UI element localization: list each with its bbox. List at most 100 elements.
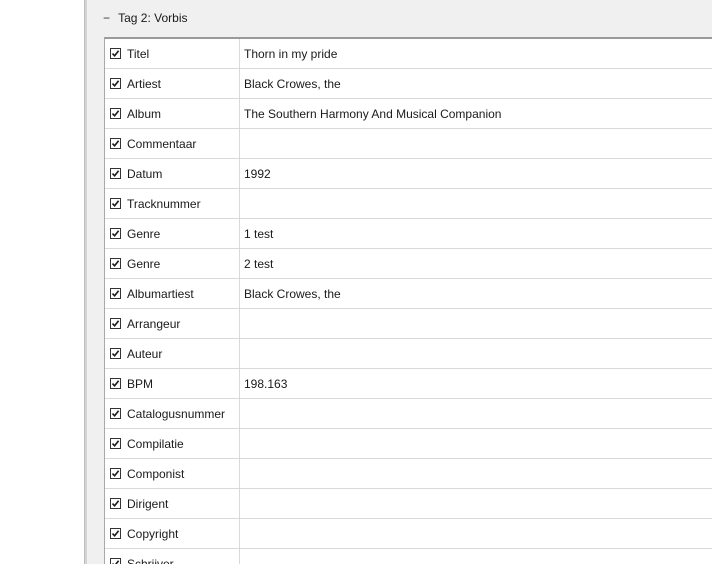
field-value[interactable]: 198.163 [244,369,287,398]
checkmark-icon [111,200,120,208]
field-name-cell: BPM [105,369,240,398]
field-name-cell: Artiest [105,69,240,98]
field-value[interactable]: Black Crowes, the [244,279,341,308]
checkmark-icon [111,50,120,58]
checkmark-icon [111,350,120,358]
field-checkbox[interactable] [110,558,121,564]
field-value[interactable]: Black Crowes, the [244,69,341,98]
checkmark-icon [111,530,120,538]
field-label: Album [127,107,162,121]
field-label: Titel [127,47,150,61]
field-label: Schrijver [127,557,174,564]
field-label: Compilatie [127,437,184,451]
table-row[interactable]: Titel Thorn in my pride [105,39,712,69]
field-name-cell: Albumartiest [105,279,240,308]
field-name-cell: Arrangeur [105,309,240,338]
checkmark-icon [111,470,120,478]
field-checkbox[interactable] [110,528,121,539]
tag-panel: − Tag 2: Vorbis Titel Thorn in my pride Ar… [87,0,712,564]
group-header-vorbis[interactable]: − Tag 2: Vorbis [103,10,188,26]
table-row[interactable]: Schrijver [105,549,712,564]
table-row[interactable]: Albumartiest Black Crowes, the [105,279,712,309]
table-row[interactable]: BPM 198.163 [105,369,712,399]
field-label: Catalogusnummer [127,407,226,421]
field-name-cell: Commentaar [105,129,240,158]
field-value[interactable]: The Southern Harmony And Musical Compani… [244,99,501,128]
table-row[interactable]: Arrangeur [105,309,712,339]
field-name-cell: Tracknummer [105,189,240,218]
table-row[interactable]: Commentaar [105,129,712,159]
checkmark-icon [111,80,120,88]
field-checkbox[interactable] [110,318,121,329]
checkmark-icon [111,290,120,298]
field-name-cell: Titel [105,39,240,68]
field-value[interactable]: 2 test [244,249,273,278]
field-checkbox[interactable] [110,288,121,299]
left-pane [0,0,84,564]
table-row[interactable]: Componist [105,459,712,489]
field-checkbox[interactable] [110,468,121,479]
field-label: Commentaar [127,137,197,151]
field-name-cell: Copyright [105,519,240,548]
field-checkbox[interactable] [110,348,121,359]
field-name-cell: Datum [105,159,240,188]
field-checkbox[interactable] [110,378,121,389]
checkmark-icon [111,140,120,148]
field-checkbox[interactable] [110,498,121,509]
checkmark-icon [112,560,120,564]
checkmark-icon [111,260,120,268]
field-checkbox[interactable] [110,48,121,59]
field-checkbox[interactable] [110,198,121,209]
field-name-cell: Schrijver [105,549,240,564]
field-name-cell: Dirigent [105,489,240,518]
field-checkbox[interactable] [110,438,121,449]
collapse-icon[interactable]: − [103,10,115,26]
field-name-cell: Album [105,99,240,128]
group-title: Tag 2: Vorbis [118,11,188,25]
field-label: Albumartiest [127,287,194,301]
field-checkbox[interactable] [110,138,121,149]
field-label: Genre [127,257,161,271]
field-name-cell: Genre [105,249,240,278]
field-name-cell: Genre [105,219,240,248]
field-checkbox[interactable] [110,108,121,119]
checkmark-icon [111,440,120,448]
table-row[interactable]: Datum 1992 [105,159,712,189]
field-label: Genre [127,227,161,241]
checkmark-icon [111,380,120,388]
field-checkbox[interactable] [110,408,121,419]
table-row[interactable]: Copyright [105,519,712,549]
field-value[interactable]: 1992 [244,159,271,188]
checkmark-icon [111,170,120,178]
checkmark-icon [111,410,120,418]
field-checkbox[interactable] [110,258,121,269]
tag-table: Titel Thorn in my pride Artiest Black Crowe… [104,37,712,564]
field-label: Auteur [127,347,163,361]
checkmark-icon [111,320,120,328]
field-label: Artiest [127,77,162,91]
table-row[interactable]: Compilatie [105,429,712,459]
field-name-cell: Catalogusnummer [105,399,240,428]
table-row[interactable]: Genre 2 test [105,249,712,279]
field-label: Componist [127,467,185,481]
checkmark-icon [111,230,120,238]
table-row[interactable]: Catalogusnummer [105,399,712,429]
field-checkbox[interactable] [110,78,121,89]
field-label: Tracknummer [127,197,201,211]
field-label: Datum [127,167,163,181]
table-row[interactable]: Auteur [105,339,712,369]
field-label: BPM [127,377,154,391]
field-name-cell: Compilatie [105,429,240,458]
field-checkbox[interactable] [110,228,121,239]
table-row[interactable]: Album The Southern Harmony And Musical Co… [105,99,712,129]
table-row[interactable]: Dirigent [105,489,712,519]
table-row[interactable]: Artiest Black Crowes, the [105,69,712,99]
field-name-cell: Componist [105,459,240,488]
field-checkbox[interactable] [110,168,121,179]
table-row[interactable]: Genre 1 test [105,219,712,249]
table-row[interactable]: Tracknummer [105,189,712,219]
field-value[interactable]: Thorn in my pride [244,39,337,68]
field-label: Copyright [127,527,179,541]
field-name-cell: Auteur [105,339,240,368]
field-value[interactable]: 1 test [244,219,273,248]
